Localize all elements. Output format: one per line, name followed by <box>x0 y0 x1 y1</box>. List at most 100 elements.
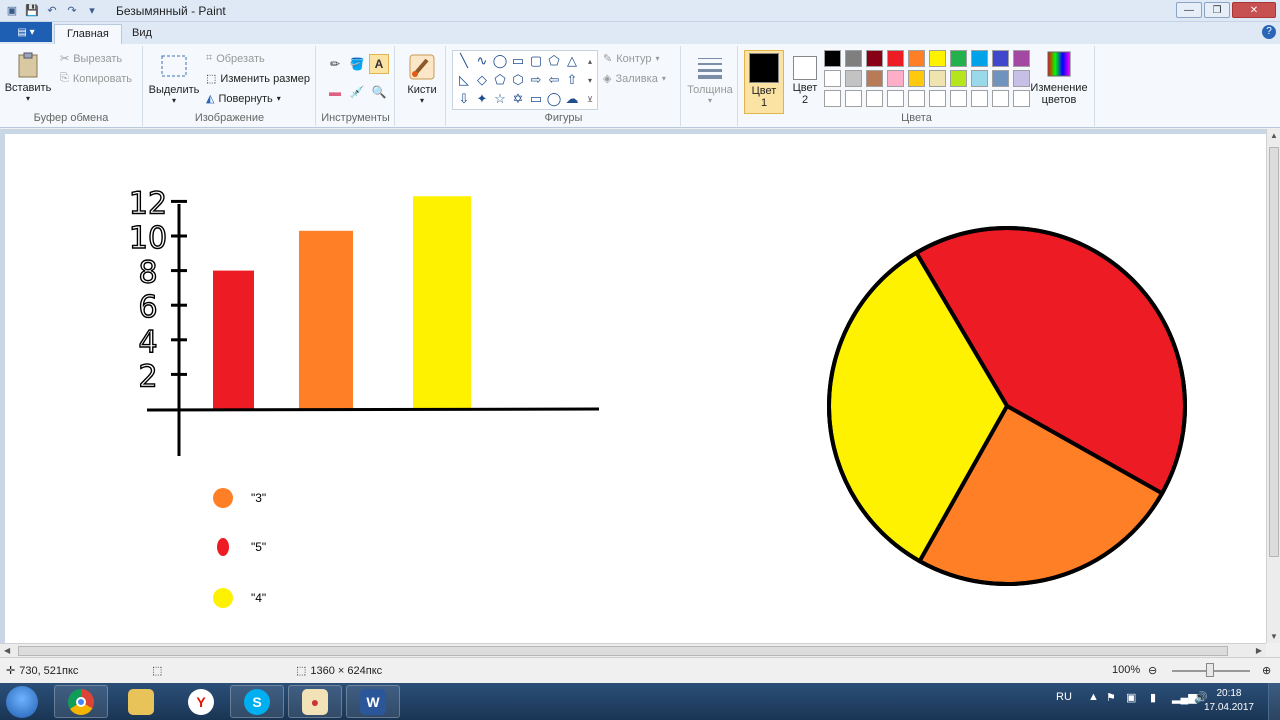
line-shape-icon[interactable]: ╲ <box>455 52 473 70</box>
palette-swatch[interactable] <box>887 70 904 87</box>
resize-button[interactable]: ⬚ Изменить размер <box>206 72 310 86</box>
six-point-star-shape-icon[interactable]: ✡ <box>509 90 527 108</box>
right-arrow-shape-icon[interactable]: ⇨ <box>527 71 545 89</box>
crop-button[interactable]: ⌗ Обрезать <box>206 52 265 65</box>
brushes-button[interactable]: Кисти ▾ <box>402 52 442 105</box>
copy-button[interactable]: ⎘ Копировать <box>60 72 132 85</box>
palette-swatch[interactable] <box>1013 50 1030 67</box>
fill-bucket-icon[interactable]: 🪣 <box>347 54 367 74</box>
palette-swatch[interactable] <box>845 50 862 67</box>
system-clock[interactable]: 20:18 17.04.2017 <box>1204 687 1254 715</box>
paste-button[interactable]: Вставить ▾ <box>5 50 51 103</box>
palette-swatch[interactable] <box>866 90 883 107</box>
scroll-down-icon[interactable]: ▾ <box>583 71 597 89</box>
diamond-shape-icon[interactable]: ◇ <box>473 71 491 89</box>
help-icon[interactable]: ? <box>1262 25 1276 39</box>
select-button[interactable]: Выделить ▾ <box>148 52 200 105</box>
palette-swatch[interactable] <box>929 50 946 67</box>
scroll-up-icon[interactable]: ▴ <box>583 52 597 70</box>
size-button[interactable]: Толщина ▾ <box>686 52 734 105</box>
palette-swatch[interactable] <box>950 90 967 107</box>
horizontal-scroll-thumb[interactable] <box>18 646 1228 656</box>
palette-swatch[interactable] <box>824 70 841 87</box>
scroll-left-arrow-icon[interactable]: ◀ <box>4 646 10 655</box>
eraser-icon[interactable]: ▬ <box>325 82 345 102</box>
vertical-scrollbar[interactable]: ▲ ▼ <box>1266 129 1280 643</box>
pencil-icon[interactable]: ✏ <box>325 54 345 74</box>
text-tool-icon[interactable]: A <box>369 54 389 74</box>
cut-button[interactable]: ✂ Вырезать <box>60 52 122 66</box>
palette-swatch[interactable] <box>824 90 841 107</box>
fill-button[interactable]: ◈ Заливка ▾ <box>603 72 666 86</box>
left-arrow-shape-icon[interactable]: ⇦ <box>545 71 563 89</box>
palette-swatch[interactable] <box>887 50 904 67</box>
color-picker-icon[interactable]: 💉 <box>347 82 367 102</box>
oval-shape-icon[interactable]: ◯ <box>491 52 509 70</box>
callout-oval-shape-icon[interactable]: ◯ <box>545 90 563 108</box>
chrome-taskbar-button[interactable] <box>54 685 108 718</box>
palette-swatch[interactable] <box>908 90 925 107</box>
yandex-taskbar-button[interactable]: Y <box>174 685 228 718</box>
magnifier-icon[interactable]: 🔍 <box>369 82 389 102</box>
power-icon[interactable]: ▮ <box>1150 691 1156 704</box>
rectangle-shape-icon[interactable]: ▭ <box>509 52 527 70</box>
palette-swatch[interactable] <box>908 70 925 87</box>
scroll-right-arrow-icon[interactable]: ▶ <box>1256 646 1262 655</box>
scroll-up-arrow-icon[interactable]: ▲ <box>1270 131 1278 140</box>
close-button[interactable]: ✕ <box>1232 2 1276 18</box>
undo-icon[interactable]: ↶ <box>44 2 60 18</box>
palette-swatch[interactable] <box>971 50 988 67</box>
triangle-shape-icon[interactable]: △ <box>563 52 581 70</box>
rounded-rectangle-shape-icon[interactable]: ▢ <box>527 52 545 70</box>
palette-swatch[interactable] <box>929 70 946 87</box>
tab-view[interactable]: Вид <box>120 24 164 44</box>
palette-swatch[interactable] <box>971 90 988 107</box>
start-button[interactable] <box>6 686 38 718</box>
drawing-canvas[interactable]: 12 10 8 6 4 2 "3" "5" "4" <box>5 134 1266 643</box>
zoom-out-button[interactable]: ⊖ <box>1148 664 1157 677</box>
color1-button[interactable]: Цвет 1 <box>744 50 784 114</box>
palette-swatch[interactable] <box>950 70 967 87</box>
polygon-shape-icon[interactable]: ⬠ <box>545 52 563 70</box>
hexagon-shape-icon[interactable]: ⬡ <box>509 71 527 89</box>
action-center-icon[interactable]: ⚑ <box>1106 691 1116 704</box>
palette-swatch[interactable] <box>1013 90 1030 107</box>
palette-swatch[interactable] <box>992 90 1009 107</box>
palette-swatch[interactable] <box>1013 70 1030 87</box>
palette-swatch[interactable] <box>929 90 946 107</box>
horizontal-scrollbar[interactable]: ◀ ▶ <box>0 643 1266 657</box>
save-icon[interactable]: 💾 <box>24 2 40 18</box>
palette-swatch[interactable] <box>971 70 988 87</box>
vertical-scroll-thumb[interactable] <box>1269 147 1279 557</box>
callout-rect-shape-icon[interactable]: ▭ <box>527 90 545 108</box>
palette-swatch[interactable] <box>992 50 1009 67</box>
scroll-down-arrow-icon[interactable]: ▼ <box>1270 632 1278 641</box>
signal-icon[interactable]: ▂▄▆ <box>1172 691 1197 704</box>
palette-swatch[interactable] <box>908 50 925 67</box>
paint-taskbar-button[interactable]: ● <box>288 685 342 718</box>
tab-home[interactable]: Главная <box>54 24 122 44</box>
zoom-in-button[interactable]: ⊕ <box>1262 664 1271 677</box>
file-menu-button[interactable]: ▤ ▾ <box>0 22 52 42</box>
pentagon-shape-icon[interactable]: ⬠ <box>491 71 509 89</box>
up-arrow-shape-icon[interactable]: ⇧ <box>563 71 581 89</box>
palette-swatch[interactable] <box>950 50 967 67</box>
rotate-button[interactable]: ◭ Повернуть ▾ <box>206 92 281 106</box>
palette-swatch[interactable] <box>845 70 862 87</box>
color2-button[interactable]: Цвет 2 <box>785 50 825 114</box>
language-indicator[interactable]: RU <box>1056 691 1072 703</box>
palette-swatch[interactable] <box>866 70 883 87</box>
callout-cloud-shape-icon[interactable]: ☁ <box>563 90 581 108</box>
palette-swatch[interactable] <box>992 70 1009 87</box>
redo-icon[interactable]: ↷ <box>64 2 80 18</box>
edit-colors-button[interactable]: Изменение цветов <box>1029 50 1089 106</box>
five-point-star-shape-icon[interactable]: ☆ <box>491 90 509 108</box>
outline-button[interactable]: ✎ Контур ▾ <box>603 52 660 66</box>
maximize-button[interactable]: ❐ <box>1204 2 1230 18</box>
minimize-button[interactable]: — <box>1176 2 1202 18</box>
paint-app-icon[interactable]: ▣ <box>4 2 20 18</box>
palette-swatch[interactable] <box>887 90 904 107</box>
show-hidden-icons-icon[interactable]: ▲ <box>1088 691 1099 703</box>
network-icon[interactable]: ▣ <box>1126 691 1136 704</box>
word-taskbar-button[interactable]: W <box>346 685 400 718</box>
